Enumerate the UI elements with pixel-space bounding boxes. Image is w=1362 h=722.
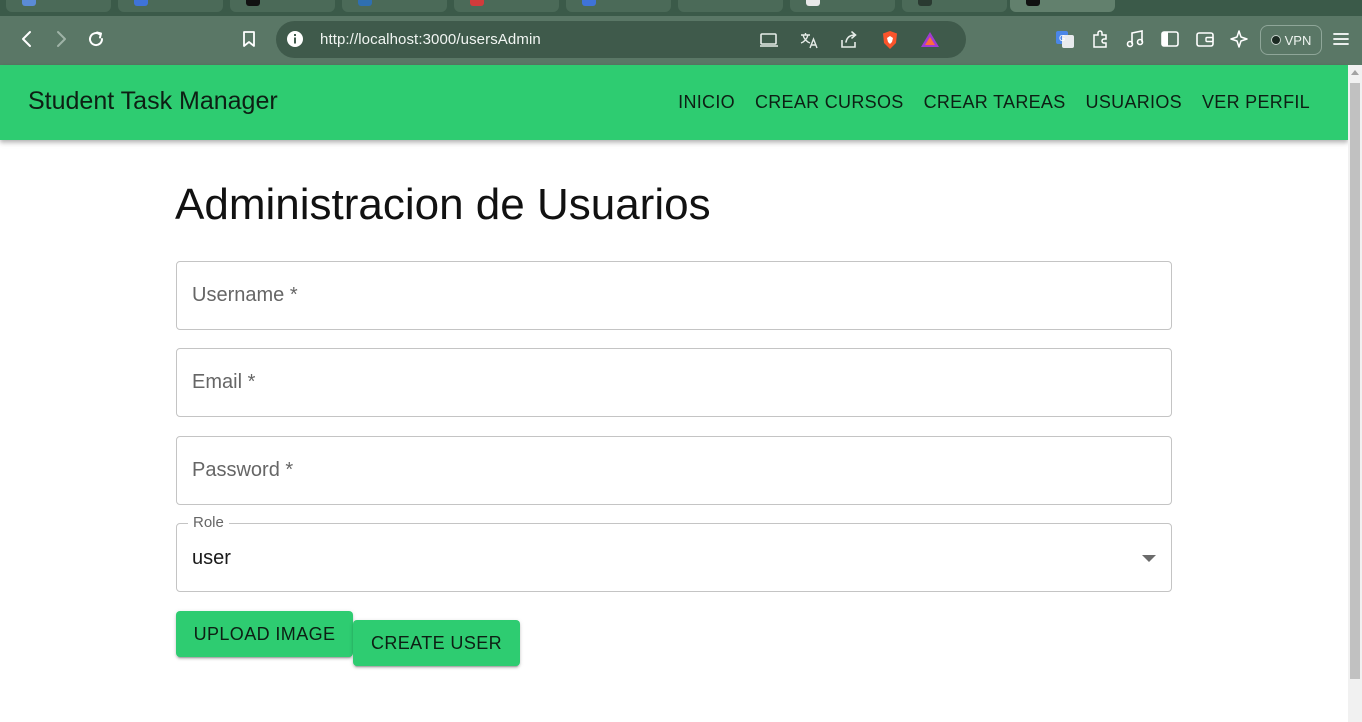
sidebar-icon[interactable] [1155,24,1185,54]
email-field[interactable] [176,348,1172,417]
leo-ai-icon[interactable] [1225,24,1255,54]
extensions-icon[interactable] [1085,24,1115,54]
app-brand[interactable]: Student Task Manager [28,87,278,116]
site-info-icon[interactable] [286,30,304,48]
menu-icon[interactable] [1326,24,1356,54]
back-icon[interactable] [12,24,42,54]
url-text[interactable]: http://localhost:3000/usersAdmin [320,31,541,48]
bookmark-icon[interactable] [234,24,264,54]
brave-shields-icon[interactable] [879,29,901,51]
browser-tab[interactable] [6,0,111,12]
browser-tab[interactable] [230,0,335,12]
media-icon[interactable] [1120,24,1150,54]
upload-image-button[interactable]: UPLOAD IMAGE [176,611,353,657]
vpn-status-icon [1270,35,1281,45]
address-bar[interactable]: http://localhost:3000/usersAdmin [276,21,966,58]
browser-tab[interactable] [342,0,447,12]
nav-inicio[interactable]: INICIO [678,92,735,113]
brave-rewards-icon[interactable] [919,29,941,51]
scrollbar-thumb[interactable] [1350,83,1360,679]
role-select[interactable]: Role user [176,514,1172,592]
username-field[interactable] [176,261,1172,330]
email-input[interactable] [177,349,1171,416]
wallet-icon[interactable] [1190,24,1220,54]
vpn-label: VPN [1284,32,1312,48]
main-nav: INICIO CREAR CURSOS CREAR TAREAS USUARIO… [678,92,1310,113]
page-scrollbar[interactable] [1348,65,1362,722]
password-input[interactable] [177,437,1171,504]
browser-tab[interactable] [566,0,671,12]
install-app-icon[interactable] [758,29,780,51]
password-field[interactable] [176,436,1172,505]
nav-crear-tareas[interactable]: CREAR TAREAS [924,92,1066,113]
username-input[interactable] [177,262,1171,329]
browser-tab[interactable] [790,0,895,12]
browser-tab[interactable] [454,0,559,12]
svg-text:G: G [1059,34,1065,43]
nav-ver-perfil[interactable]: VER PERFIL [1202,92,1310,113]
app-bar: Student Task Manager INICIO CREAR CURSOS… [0,65,1348,140]
browser-tab[interactable] [902,0,1007,12]
share-icon[interactable] [838,29,860,51]
nav-crear-cursos[interactable]: CREAR CURSOS [755,92,904,113]
role-label: Role [188,514,229,531]
scroll-up-icon[interactable] [1351,70,1359,75]
role-value[interactable]: user [192,547,231,570]
nav-usuarios[interactable]: USUARIOS [1086,92,1182,113]
create-user-button[interactable]: CREATE USER [353,620,520,666]
browser-tab-strip [0,0,1362,16]
browser-tab-active[interactable] [1010,0,1115,12]
forward-icon[interactable] [46,24,76,54]
page-title: Administracion de Usuarios [175,180,711,229]
vpn-button[interactable]: VPN [1260,25,1322,55]
dropdown-arrow-icon[interactable] [1142,555,1156,562]
browser-tab[interactable] [118,0,223,12]
google-translate-extension-icon[interactable]: G [1050,24,1080,54]
reload-icon[interactable] [81,24,111,54]
browser-tab[interactable] [678,0,783,12]
translate-icon[interactable] [798,29,820,51]
